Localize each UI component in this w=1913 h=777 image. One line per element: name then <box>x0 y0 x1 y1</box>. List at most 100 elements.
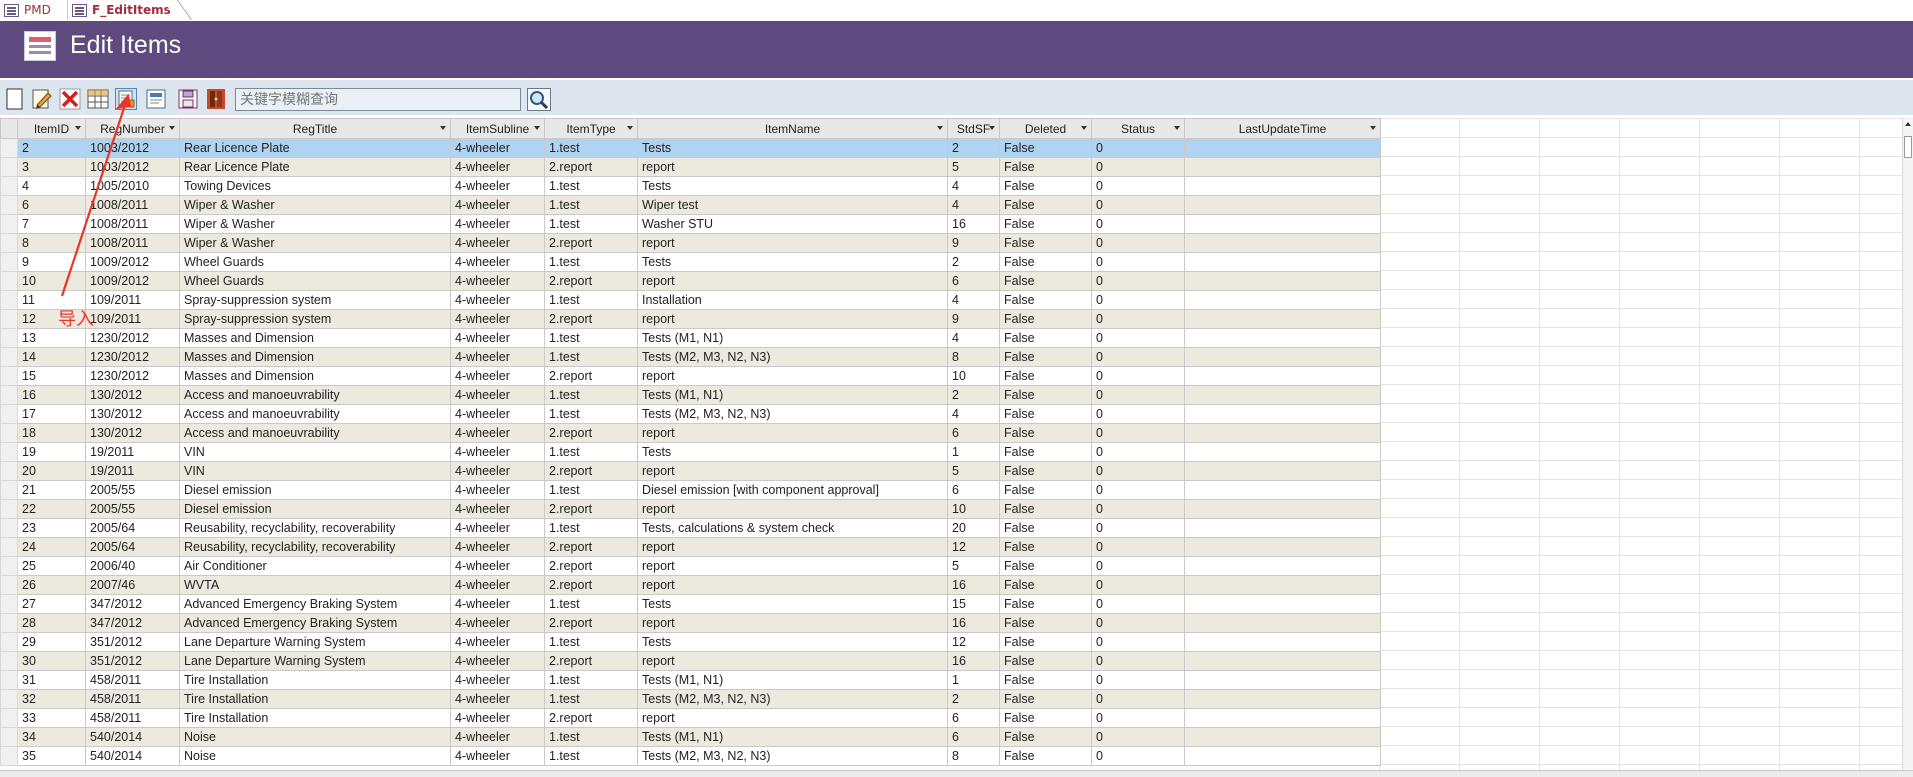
cell-itemid[interactable]: 29 <box>17 632 86 652</box>
cell-regtitle[interactable]: Masses and Dimension <box>179 328 451 348</box>
cell-status[interactable]: 0 <box>1091 537 1185 557</box>
cell-status[interactable]: 0 <box>1091 290 1185 310</box>
table-row[interactable]: 32 458/2011 Tire Installation 4-wheeler 1.te… <box>0 689 1381 709</box>
table-row[interactable]: 17 130/2012 Access and manoeuvrability 4-wh… <box>0 404 1381 424</box>
cell-stdsf[interactable]: 12 <box>947 537 1000 557</box>
cell-itemsubline[interactable]: 4-wheeler <box>450 347 545 367</box>
cell-itemname[interactable]: Tests (M1, N1) <box>637 385 948 405</box>
cell-lastupdatetime[interactable] <box>1184 499 1381 519</box>
cell-regnumber[interactable]: 130/2012 <box>85 423 180 443</box>
cell-stdsf[interactable]: 10 <box>947 366 1000 386</box>
column-header-itemname[interactable]: ItemName <box>637 118 948 139</box>
cell-regtitle[interactable]: Masses and Dimension <box>179 366 451 386</box>
filter-dropdown-icon[interactable] <box>169 126 175 130</box>
cell-regnumber[interactable]: 351/2012 <box>85 651 180 671</box>
row-selector[interactable] <box>0 404 18 424</box>
cell-itemname[interactable]: Tests (M1, N1) <box>637 727 948 747</box>
tab-f-edititems[interactable]: F_EditItems <box>68 0 178 20</box>
cell-regtitle[interactable]: Access and manoeuvrability <box>179 404 451 424</box>
cell-stdsf[interactable]: 5 <box>947 461 1000 481</box>
row-selector[interactable] <box>0 309 18 329</box>
row-selector[interactable] <box>0 233 18 253</box>
cell-itemtype[interactable]: 1.test <box>544 727 638 747</box>
row-selector[interactable] <box>0 613 18 633</box>
cell-regtitle[interactable]: VIN <box>179 442 451 462</box>
cell-status[interactable]: 0 <box>1091 157 1185 177</box>
cell-itemname[interactable]: Tests (M1, N1) <box>637 670 948 690</box>
cell-stdsf[interactable]: 6 <box>947 423 1000 443</box>
cell-lastupdatetime[interactable] <box>1184 651 1381 671</box>
cell-regtitle[interactable]: Reusability, recyclability, recoverabili… <box>179 537 451 557</box>
cell-itemname[interactable]: Tests (M1, N1) <box>637 328 948 348</box>
cell-regnumber[interactable]: 347/2012 <box>85 594 180 614</box>
cell-deleted[interactable]: False <box>999 366 1092 386</box>
cell-regnumber[interactable]: 2007/46 <box>85 575 180 595</box>
cell-deleted[interactable]: False <box>999 727 1092 747</box>
cell-stdsf[interactable]: 6 <box>947 271 1000 291</box>
cell-itemid[interactable]: 4 <box>17 176 86 196</box>
cell-deleted[interactable]: False <box>999 404 1092 424</box>
cell-regtitle[interactable]: Tire Installation <box>179 708 451 728</box>
cell-regnumber[interactable]: 109/2011 <box>85 290 180 310</box>
cell-status[interactable]: 0 <box>1091 176 1185 196</box>
cell-stdsf[interactable]: 1 <box>947 442 1000 462</box>
cell-itemtype[interactable]: 1.test <box>544 214 638 234</box>
cell-itemtype[interactable]: 1.test <box>544 347 638 367</box>
cell-itemid[interactable]: 16 <box>17 385 86 405</box>
cell-itemname[interactable]: report <box>637 708 948 728</box>
filter-dropdown-icon[interactable] <box>534 126 540 130</box>
cell-deleted[interactable]: False <box>999 651 1092 671</box>
cell-regnumber[interactable]: 1009/2012 <box>85 252 180 272</box>
cell-stdsf[interactable]: 15 <box>947 594 1000 614</box>
cell-itemtype[interactable]: 1.test <box>544 404 638 424</box>
table-row[interactable]: 29 351/2012 Lane Departure Warning System 4… <box>0 632 1381 652</box>
cell-itemid[interactable]: 6 <box>17 195 86 215</box>
cell-stdsf[interactable]: 10 <box>947 499 1000 519</box>
cell-lastupdatetime[interactable] <box>1184 689 1381 709</box>
cell-stdsf[interactable]: 20 <box>947 518 1000 538</box>
table-row[interactable]: 15 1230/2012 Masses and Dimension 4-wheeler… <box>0 366 1381 386</box>
cell-lastupdatetime[interactable] <box>1184 575 1381 595</box>
column-header-lastupdatetime[interactable]: LastUpdateTime <box>1184 118 1381 139</box>
cell-lastupdatetime[interactable] <box>1184 271 1381 291</box>
save-icon[interactable] <box>177 88 199 110</box>
row-selector[interactable] <box>0 290 18 310</box>
cell-itemsubline[interactable]: 4-wheeler <box>450 746 545 766</box>
cell-deleted[interactable]: False <box>999 252 1092 272</box>
cell-lastupdatetime[interactable] <box>1184 176 1381 196</box>
cell-itemsubline[interactable]: 4-wheeler <box>450 575 545 595</box>
cell-stdsf[interactable]: 16 <box>947 575 1000 595</box>
filter-dropdown-icon[interactable] <box>1370 126 1376 130</box>
cell-status[interactable]: 0 <box>1091 651 1185 671</box>
cell-itemid[interactable]: 26 <box>17 575 86 595</box>
table-row[interactable]: 8 1008/2011 Wiper & Washer 4-wheeler 2.repor… <box>0 233 1381 253</box>
cell-itemsubline[interactable]: 4-wheeler <box>450 309 545 329</box>
column-header-status[interactable]: Status <box>1091 118 1185 139</box>
cell-lastupdatetime[interactable] <box>1184 328 1381 348</box>
cell-itemname[interactable]: report <box>637 556 948 576</box>
cell-regtitle[interactable]: Noise <box>179 746 451 766</box>
row-selector[interactable] <box>0 385 18 405</box>
cell-status[interactable]: 0 <box>1091 195 1185 215</box>
tab-pmd[interactable]: PMD <box>0 0 68 20</box>
table-row[interactable]: 24 2005/64 Reusability, recyclability, rec… <box>0 537 1381 557</box>
cell-itemsubline[interactable]: 4-wheeler <box>450 651 545 671</box>
cell-deleted[interactable]: False <box>999 594 1092 614</box>
column-header-deleted[interactable]: Deleted <box>999 118 1092 139</box>
cell-deleted[interactable]: False <box>999 385 1092 405</box>
cell-itemsubline[interactable]: 4-wheeler <box>450 176 545 196</box>
table-row[interactable]: 34 540/2014 Noise 4-wheeler 1.test Tests (M1,… <box>0 727 1381 747</box>
cell-itemsubline[interactable]: 4-wheeler <box>450 252 545 272</box>
cell-itemtype[interactable]: 1.test <box>544 138 638 158</box>
cell-status[interactable]: 0 <box>1091 480 1185 500</box>
table-row[interactable]: 23 2005/64 Reusability, recyclability, rec… <box>0 518 1381 538</box>
cell-itemtype[interactable]: 1.test <box>544 746 638 766</box>
cell-stdsf[interactable]: 4 <box>947 404 1000 424</box>
cell-stdsf[interactable]: 2 <box>947 138 1000 158</box>
cell-lastupdatetime[interactable] <box>1184 233 1381 253</box>
cell-itemsubline[interactable]: 4-wheeler <box>450 233 545 253</box>
cell-itemid[interactable]: 19 <box>17 442 86 462</box>
cell-regnumber[interactable]: 2006/40 <box>85 556 180 576</box>
cell-lastupdatetime[interactable] <box>1184 252 1381 272</box>
cell-stdsf[interactable]: 16 <box>947 613 1000 633</box>
